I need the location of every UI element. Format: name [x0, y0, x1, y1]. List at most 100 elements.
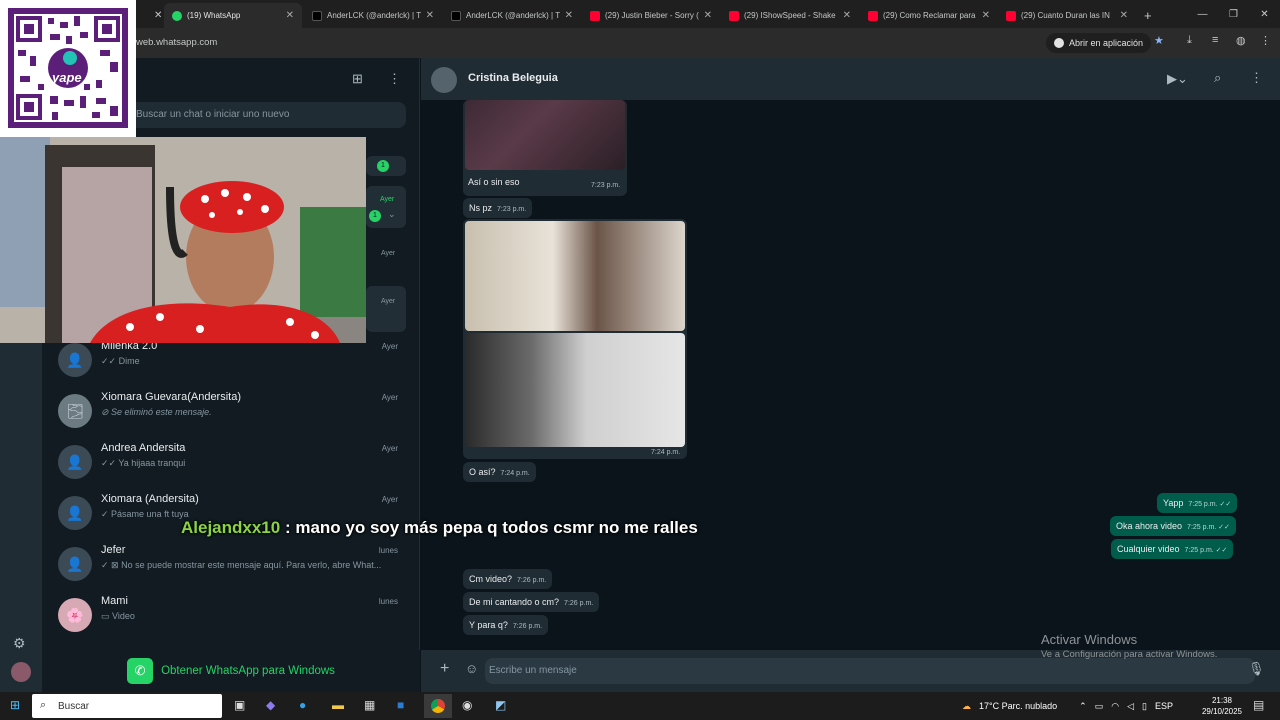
- message-input[interactable]: Escribe un mensaje: [485, 658, 1255, 684]
- qr-label: yape: [52, 70, 82, 85]
- url-text[interactable]: web.whatsapp.com: [136, 37, 217, 48]
- profile-avatar[interactable]: [11, 662, 31, 682]
- avatar: 👤: [58, 547, 92, 581]
- chat-list-item[interactable]: 👤 Andrea Andersita ✓✓ Ya hijaaa tranqui …: [42, 438, 420, 489]
- tab-youtube-1[interactable]: (29) Justin Bieber - Sorry ( ✕: [582, 3, 720, 28]
- chat-name: Xiomara Guevara(Andersita): [101, 391, 242, 403]
- close-icon[interactable]: ✕: [146, 3, 170, 28]
- obs-icon[interactable]: ◉: [462, 698, 472, 712]
- volume-icon[interactable]: ◁: [1127, 701, 1134, 712]
- message-bubble-out[interactable]: Yapp 7:25 p.m. ✓✓: [1157, 493, 1238, 513]
- tab-youtube-2[interactable]: (29) IShowSpeed - Shake ✕: [721, 3, 859, 28]
- message-text: Y para q?: [469, 620, 508, 630]
- bookmark-star-icon[interactable]: ★: [1154, 34, 1164, 47]
- tab-youtube-3[interactable]: (29) Como Reclamar para ✕: [860, 3, 998, 28]
- chat-time: lunes: [378, 546, 398, 555]
- chat-list-item[interactable]: 👤 Jefer ✓ ⊠ No se puede mostrar este men…: [42, 540, 420, 591]
- media-control-icon[interactable]: ≡: [1212, 34, 1218, 46]
- tab-tiktok-2[interactable]: AnderLCK (@anderlck) | T ✕: [443, 3, 581, 28]
- chrome-icon[interactable]: [424, 694, 452, 718]
- message-bubble-in[interactable]: Ns pz 7:23 p.m.: [463, 198, 533, 218]
- contact-name[interactable]: Cristina Beleguia: [468, 72, 558, 84]
- photo-thumbnail[interactable]: [465, 100, 625, 170]
- message-bubble-out[interactable]: Oka ahora video 7:25 p.m. ✓✓: [1110, 516, 1236, 536]
- weather-text[interactable]: 17°C Parc. nublado: [979, 701, 1057, 711]
- message-bubble-in[interactable]: De mi cantando o cm? 7:26 p.m.: [463, 592, 600, 612]
- webcam-image: [0, 137, 366, 343]
- outlook-icon[interactable]: ■: [397, 698, 404, 712]
- chat-time: lunes: [378, 597, 398, 606]
- tab-title: (29) IShowSpeed - Shake: [744, 11, 836, 20]
- close-icon[interactable]: ✕: [1120, 10, 1128, 21]
- app-icon: [1054, 38, 1064, 48]
- microphone-icon[interactable]: 🎙: [1248, 661, 1265, 677]
- task-view-icon[interactable]: ▣: [234, 698, 245, 712]
- wifi-icon[interactable]: ◠: [1111, 701, 1119, 712]
- window-controls: — ❐ ✕: [1187, 0, 1280, 28]
- message-bubble-in[interactable]: Y para q? 7:26 p.m.: [463, 615, 549, 635]
- chat-chip[interactable]: Ayer 1 ⌄: [366, 186, 406, 228]
- language-indicator[interactable]: ESP: [1155, 701, 1173, 711]
- menu-dots-icon[interactable]: ⋮: [388, 71, 401, 87]
- image-album-message[interactable]: 7:24 p.m.: [463, 219, 687, 459]
- close-window-icon[interactable]: ✕: [1249, 0, 1280, 28]
- weather-icon: ☁: [962, 700, 971, 711]
- tab-tiktok-1[interactable]: AnderLCK (@anderlck) | T ✕: [304, 3, 442, 28]
- chat-list-item[interactable]: 👤 Milenka 2.0 ✓✓ Dime Ayer: [42, 336, 420, 387]
- avatar: 👤: [58, 343, 92, 377]
- chat-time: Ayer: [381, 444, 398, 453]
- close-icon[interactable]: ✕: [565, 10, 573, 21]
- menu-icon[interactable]: ⋮: [1260, 34, 1271, 47]
- clock[interactable]: 21:38 29/10/2025: [1202, 695, 1242, 717]
- new-chat-icon[interactable]: ⊞: [352, 71, 363, 87]
- chat-chip[interactable]: Ayer: [366, 286, 406, 332]
- close-icon[interactable]: ✕: [426, 10, 434, 21]
- close-icon[interactable]: ✕: [982, 10, 990, 21]
- chat-list-item[interactable]: 🌫 Xiomara Guevara(Andersita) ⊘ Se elimin…: [42, 387, 420, 438]
- emoji-icon[interactable]: ☺: [465, 661, 478, 676]
- photo-thumbnail[interactable]: [465, 333, 685, 447]
- avatar: 🌸: [58, 598, 92, 632]
- photo-thumbnail[interactable]: [465, 221, 685, 331]
- battery-icon[interactable]: ▯: [1142, 701, 1147, 712]
- attach-plus-icon[interactable]: +: [440, 660, 449, 678]
- search-icon[interactable]: ⌕: [1214, 70, 1221, 86]
- message-bubble-in[interactable]: Cm video? 7:26 p.m.: [463, 569, 553, 589]
- new-tab-button[interactable]: +: [1136, 3, 1160, 28]
- message-text: Oka ahora video: [1116, 521, 1183, 531]
- store-icon[interactable]: ▦: [364, 698, 375, 712]
- windows-start-icon[interactable]: ⊞: [10, 698, 20, 712]
- message-bubble-out[interactable]: Cualquier video 7:25 p.m. ✓✓: [1111, 539, 1234, 559]
- taskbar-search[interactable]: ⌕ Buscar: [32, 694, 222, 718]
- contact-avatar[interactable]: [431, 67, 457, 93]
- chat-chip[interactable]: Ayer: [366, 240, 406, 280]
- message-text: Así o sin eso: [468, 177, 520, 187]
- menu-dots-icon[interactable]: ⋮: [1250, 70, 1263, 86]
- tab-whatsapp[interactable]: (19) WhatsApp ✕: [164, 3, 302, 28]
- image-message[interactable]: Así o sin eso 7:23 p.m.: [463, 100, 627, 196]
- video-call-icon[interactable]: ▶⌄: [1167, 71, 1188, 87]
- maximize-icon[interactable]: ❐: [1218, 0, 1249, 28]
- tab-youtube-4[interactable]: (29) Cuanto Duran las IN ✕: [998, 3, 1136, 28]
- message-bubble-in[interactable]: O así? 7:24 p.m.: [463, 462, 536, 482]
- chevron-down-icon[interactable]: ⌄: [388, 209, 396, 220]
- profile-icon[interactable]: ◍: [1236, 34, 1246, 47]
- open-in-app-button[interactable]: Abrir en aplicación: [1046, 33, 1152, 53]
- chat-chip[interactable]: 1: [366, 156, 406, 176]
- tray-app-icon[interactable]: ▭: [1095, 701, 1104, 712]
- get-whatsapp-windows-button[interactable]: ✆ Obtener WhatsApp para Windows: [42, 650, 420, 692]
- chat-list-item[interactable]: 🌸 Mami ▭ Video lunes: [42, 591, 420, 642]
- download-icon[interactable]: ⤓: [1187, 34, 1192, 47]
- settings-gear-icon[interactable]: ⚙: [13, 635, 26, 652]
- close-icon[interactable]: ✕: [843, 10, 851, 21]
- close-icon[interactable]: ✕: [286, 10, 294, 21]
- file-explorer-icon[interactable]: ▬: [332, 698, 344, 712]
- app-icon[interactable]: ◩: [495, 698, 506, 712]
- avatar: 🌫: [58, 394, 92, 428]
- chevron-up-icon[interactable]: ⌃: [1079, 701, 1087, 712]
- notification-icon[interactable]: ▤: [1253, 698, 1264, 712]
- close-icon[interactable]: ✕: [704, 10, 712, 21]
- minimize-icon[interactable]: —: [1187, 0, 1218, 28]
- copilot-icon[interactable]: ◆: [266, 698, 275, 712]
- edge-icon[interactable]: ●: [299, 698, 306, 712]
